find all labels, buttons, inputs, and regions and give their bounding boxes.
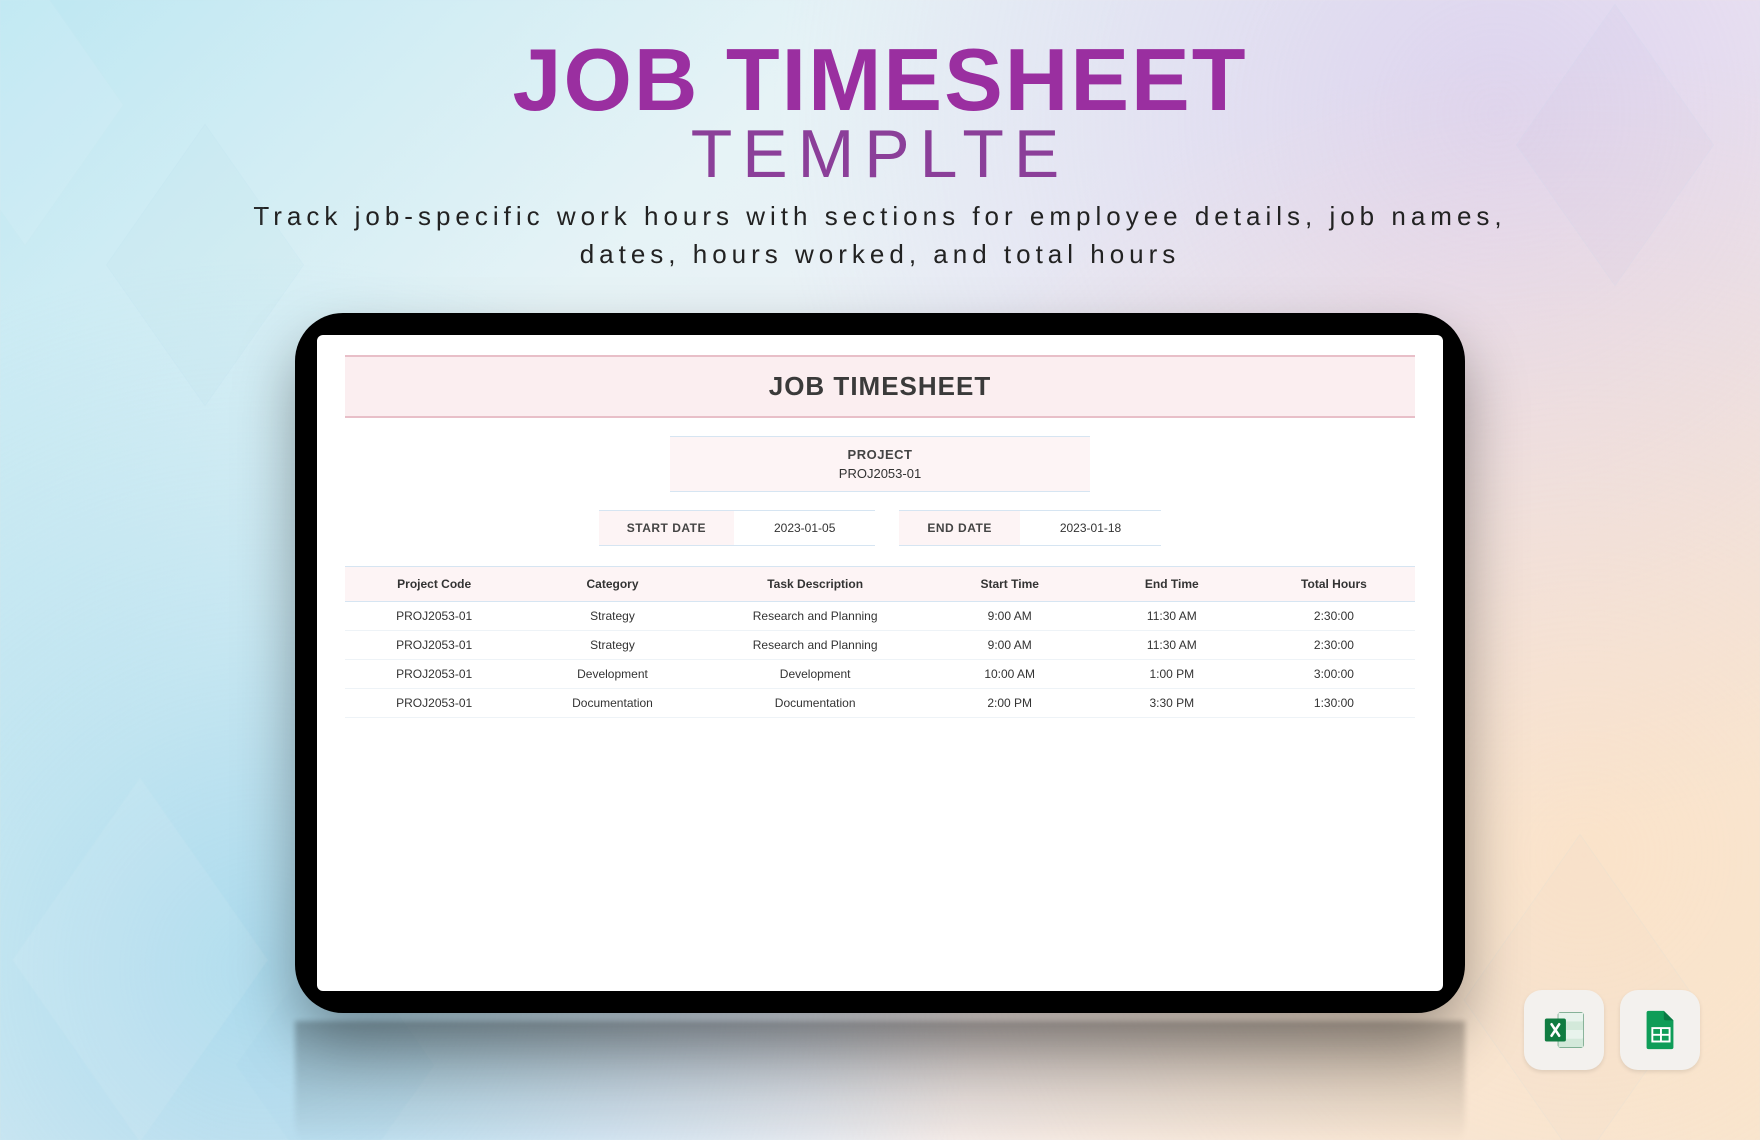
cell-category: Documentation xyxy=(523,696,701,710)
start-date-value: 2023-01-05 xyxy=(734,510,875,546)
col-end-time: End Time xyxy=(1091,577,1253,591)
tablet-screen: JOB TIMESHEET PROJECT PROJ2053-01 START … xyxy=(317,335,1443,991)
project-value: PROJ2053-01 xyxy=(670,466,1090,481)
end-date-value: 2023-01-18 xyxy=(1020,510,1161,546)
col-category: Category xyxy=(523,577,701,591)
google-sheets-icon xyxy=(1637,1007,1683,1053)
cell-task: Research and Planning xyxy=(702,609,929,623)
cell-code: PROJ2053-01 xyxy=(345,609,523,623)
cell-category: Strategy xyxy=(523,638,701,652)
start-date-pair: START DATE 2023-01-05 xyxy=(599,510,876,546)
col-start-time: Start Time xyxy=(929,577,1091,591)
excel-icon xyxy=(1541,1007,1587,1053)
project-block: PROJECT PROJ2053-01 xyxy=(345,436,1415,492)
app-badges xyxy=(1524,990,1700,1070)
col-task-description: Task Description xyxy=(702,577,929,591)
grid-header: Project Code Category Task Description S… xyxy=(345,566,1415,602)
cell-task: Research and Planning xyxy=(702,638,929,652)
cell-total: 2:30:00 xyxy=(1253,609,1415,623)
cell-start: 9:00 AM xyxy=(929,638,1091,652)
cell-code: PROJ2053-01 xyxy=(345,696,523,710)
start-date-label: START DATE xyxy=(599,510,734,546)
cell-start: 9:00 AM xyxy=(929,609,1091,623)
page-title-sub: TEMPLTE xyxy=(0,120,1760,188)
cell-end: 3:30 PM xyxy=(1091,696,1253,710)
cell-category: Strategy xyxy=(523,609,701,623)
tablet-container: JOB TIMESHEET PROJECT PROJ2053-01 START … xyxy=(0,313,1760,1013)
cell-start: 2:00 PM xyxy=(929,696,1091,710)
table-row: PROJ2053-01 Strategy Research and Planni… xyxy=(345,602,1415,631)
table-row: PROJ2053-01 Strategy Research and Planni… xyxy=(345,631,1415,660)
table-row: PROJ2053-01 Documentation Documentation … xyxy=(345,689,1415,718)
tablet-reflection xyxy=(295,1021,1465,1140)
cell-code: PROJ2053-01 xyxy=(345,638,523,652)
cell-total: 1:30:00 xyxy=(1253,696,1415,710)
cell-category: Development xyxy=(523,667,701,681)
cell-task: Development xyxy=(702,667,929,681)
tablet-device: JOB TIMESHEET PROJECT PROJ2053-01 START … xyxy=(295,313,1465,1013)
cell-total: 3:00:00 xyxy=(1253,667,1415,681)
table-row: PROJ2053-01 Development Development 10:0… xyxy=(345,660,1415,689)
cell-task: Documentation xyxy=(702,696,929,710)
excel-badge xyxy=(1524,990,1604,1070)
cell-end: 11:30 AM xyxy=(1091,609,1253,623)
cell-total: 2:30:00 xyxy=(1253,638,1415,652)
cell-code: PROJ2053-01 xyxy=(345,667,523,681)
page-tagline: Track job-specific work hours with secti… xyxy=(230,198,1530,273)
end-date-label: END DATE xyxy=(899,510,1019,546)
date-row: START DATE 2023-01-05 END DATE 2023-01-1… xyxy=(345,510,1415,546)
timesheet-grid: Project Code Category Task Description S… xyxy=(345,566,1415,718)
page-title-main: JOB TIMESHEET xyxy=(0,36,1760,124)
cell-start: 10:00 AM xyxy=(929,667,1091,681)
cell-end: 1:00 PM xyxy=(1091,667,1253,681)
sheet-title: JOB TIMESHEET xyxy=(345,355,1415,418)
project-label: PROJECT xyxy=(670,447,1090,462)
cell-end: 11:30 AM xyxy=(1091,638,1253,652)
end-date-pair: END DATE 2023-01-18 xyxy=(899,510,1161,546)
col-total-hours: Total Hours xyxy=(1253,577,1415,591)
sheets-badge xyxy=(1620,990,1700,1070)
hero-header: JOB TIMESHEET TEMPLTE Track job-specific… xyxy=(0,0,1760,273)
col-project-code: Project Code xyxy=(345,577,523,591)
